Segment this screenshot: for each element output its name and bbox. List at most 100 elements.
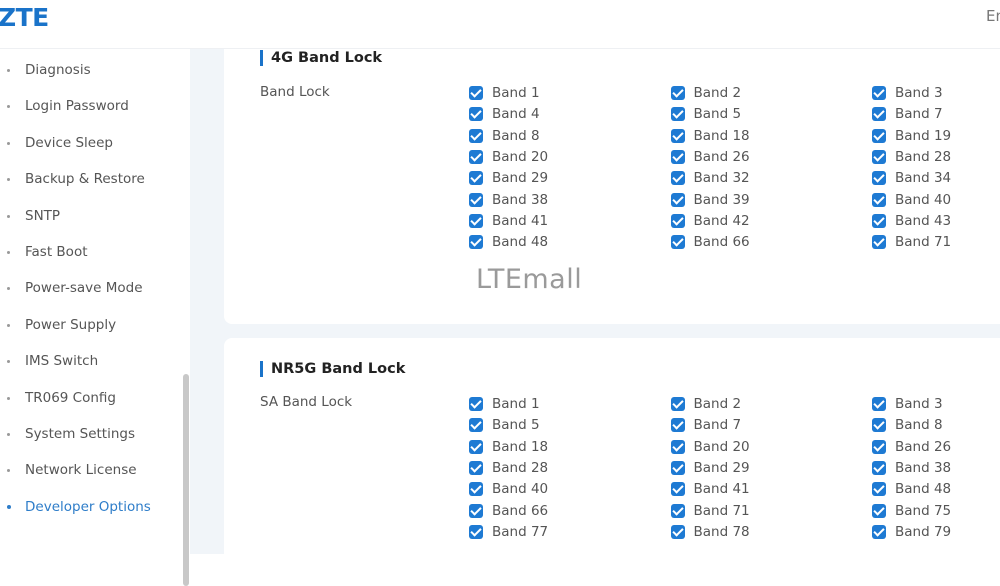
sidebar-item-power-save-mode[interactable]: Power-save Mode [0,273,180,303]
checkbox-checked-icon[interactable] [872,460,886,475]
sidebar-nav: Diagnosis Login Password Device Sleep Backu… [0,48,190,586]
checkbox-checked-icon[interactable] [469,418,483,433]
band-label: Band 77 [492,523,549,540]
checkbox-checked-icon[interactable] [469,460,483,475]
sidebar-scrollbar[interactable] [183,374,189,586]
checkbox-checked-icon[interactable] [670,439,685,454]
checkbox-checked-icon[interactable] [670,482,685,497]
sidebar-item-login-password[interactable]: Login Password [0,91,180,121]
checkbox-checked-icon[interactable] [670,86,685,100]
sidebar-item-developer-options[interactable]: Developer Options [0,492,180,522]
sidebar-item-network-license[interactable]: Network License [0,455,180,485]
checkbox-checked-icon[interactable] [872,128,886,143]
checkbox-checked-icon[interactable] [872,503,886,518]
bullet-icon [7,323,10,327]
checkbox-checked-icon[interactable] [670,397,685,411]
band-label: Band 2 [693,396,742,412]
band-label: Band 48 [492,234,549,251]
top-header: ZTE En [0,0,1000,49]
checkbox-checked-icon[interactable] [670,192,685,207]
sa-band-lock-label: SA Band Lock [260,394,353,410]
band-label: Band 75 [895,502,952,519]
checkbox-checked-icon[interactable] [670,213,685,228]
band-label: Band 41 [693,481,750,498]
bullet-icon [7,504,11,509]
band-label: Band 28 [492,459,549,476]
band-label: Band 26 [693,148,750,165]
bullet-icon [7,178,10,182]
band-label: Band 5 [492,417,540,434]
checkbox-checked-icon[interactable] [469,149,483,164]
sidebar-item-label: Power Supply [25,316,117,333]
checkbox-checked-icon[interactable] [469,171,483,186]
checkbox-checked-icon[interactable] [469,503,483,518]
checkbox-checked-icon[interactable] [670,171,685,186]
checkbox-checked-icon[interactable] [872,397,886,411]
checkbox-checked-icon[interactable] [670,418,685,433]
checkbox-checked-icon[interactable] [872,213,886,228]
band-label: Band 1 [492,396,540,412]
nr5g-band-lock-card: NR5G Band Lock SA Band Lock Band 1 Band 2… [224,338,1000,578]
checkbox-checked-icon[interactable] [469,235,483,250]
sidebar-item-label: Developer Options [25,498,151,515]
checkbox-checked-icon[interactable] [670,107,685,122]
band-label: Band 7 [895,106,943,123]
checkbox-checked-icon[interactable] [872,418,886,433]
sidebar-item-sntp[interactable]: SNTP [0,201,180,231]
language-selector[interactable]: En [986,7,1000,25]
sidebar-item-label: Device Sleep [25,134,113,151]
sidebar-item-power-supply[interactable]: Power Supply [0,310,180,340]
sidebar-item-label: TR069 Config [25,389,116,406]
sidebar-item-ims-switch[interactable]: IMS Switch [0,346,180,376]
band-label: Band 48 [895,481,952,498]
checkbox-checked-icon[interactable] [469,86,483,100]
sidebar-item-tr069-config[interactable]: TR069 Config [0,383,180,413]
sidebar-item-label: Backup & Restore [25,171,145,188]
band-label: Band 32 [693,170,750,187]
sidebar-item-label: System Settings [25,426,136,442]
sidebar-item-backup-restore[interactable]: Backup & Restore [0,164,180,194]
checkbox-checked-icon[interactable] [469,397,483,411]
lte-section-title: 4G Band Lock [260,50,382,66]
band-label: Band 26 [895,438,952,455]
checkbox-checked-icon[interactable] [469,482,483,497]
checkbox-checked-icon[interactable] [872,86,886,100]
zte-logo[interactable]: ZTE [0,3,49,32]
checkbox-checked-icon[interactable] [469,439,483,454]
checkbox-checked-icon[interactable] [670,460,685,475]
sidebar-item-diagnosis[interactable]: Diagnosis [0,55,180,85]
band-label: Band 18 [693,127,750,144]
sidebar-item-label: Fast Boot [25,244,88,260]
checkbox-checked-icon[interactable] [670,503,685,518]
checkbox-checked-icon[interactable] [872,439,886,454]
checkbox-checked-icon[interactable] [872,149,886,164]
checkbox-checked-icon[interactable] [872,235,886,250]
sidebar-item-device-sleep[interactable]: Device Sleep [0,128,180,158]
checkbox-checked-icon[interactable] [469,192,483,207]
checkbox-checked-icon[interactable] [872,192,886,207]
checkbox-checked-icon[interactable] [469,128,483,143]
checkbox-checked-icon[interactable] [469,213,483,228]
band-label: Band 40 [895,191,952,208]
checkbox-checked-icon[interactable] [670,235,685,250]
band-label: Band 43 [895,212,952,229]
band-label: Band 71 [693,502,750,519]
lte-band-lock-label: Band Lock [260,84,330,100]
checkbox-checked-icon[interactable] [872,482,886,497]
sidebar-item-system-settings[interactable]: System Settings [0,419,180,449]
checkbox-checked-icon[interactable] [469,524,483,539]
sidebar-item-label: Login Password [25,98,129,115]
band-label: Band 66 [492,502,549,519]
checkbox-checked-icon[interactable] [872,171,886,186]
band-label: Band 20 [693,438,750,455]
main-content: 4G Band Lock Band Lock Band 1 Band 2 Band … [190,28,1000,578]
checkbox-checked-icon[interactable] [670,149,685,164]
checkbox-checked-icon[interactable] [872,107,886,122]
checkbox-checked-icon[interactable] [670,128,685,143]
bullet-icon [7,141,10,145]
sidebar-item-fast-boot[interactable]: Fast Boot [0,237,180,267]
checkbox-checked-icon[interactable] [469,107,483,122]
band-label: Band 28 [895,148,952,165]
checkbox-checked-icon[interactable] [872,524,886,539]
checkbox-checked-icon[interactable] [670,524,685,539]
